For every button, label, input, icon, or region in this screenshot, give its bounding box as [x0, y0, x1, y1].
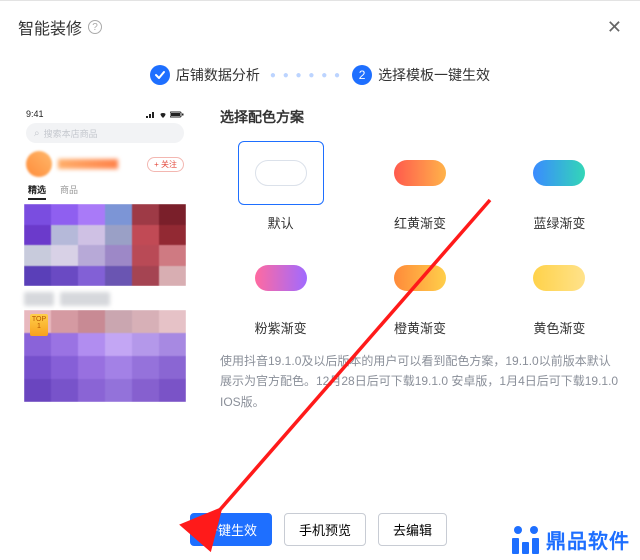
dialog-title: 智能装修 ? [18, 15, 102, 39]
phone-search-placeholder: 搜索本店商品 [44, 127, 98, 140]
step-indicator: 店铺数据分析 ● ● ● ● ● ● 2 选择模板一键生效 [0, 65, 640, 85]
color-scheme-option[interactable]: 橙黄渐变 [359, 246, 480, 337]
preview-banner-1 [24, 204, 186, 286]
edit-button[interactable]: 去编辑 [378, 513, 447, 546]
phone-status-bar: 9:41 [20, 107, 190, 119]
step-1: 店铺数据分析 [150, 65, 260, 85]
help-icon[interactable]: ? [88, 20, 102, 34]
color-scheme-label: 橙黄渐变 [394, 318, 446, 337]
scheme-section-title: 选择配色方案 [220, 107, 620, 127]
phone-tab-featured: 精选 [28, 183, 46, 200]
color-scheme-label: 红黄渐变 [394, 213, 446, 232]
template-preview: 9:41 ⌕ 搜索本店商品 + 关注 精选 商品 [20, 107, 190, 412]
phone-time: 9:41 [26, 109, 44, 119]
step-2-badge: 2 [352, 65, 372, 85]
color-swatch [516, 141, 602, 205]
color-scheme-label: 粉紫渐变 [255, 318, 307, 337]
color-scheme-option[interactable]: 默认 [220, 141, 341, 232]
color-swatch [238, 246, 324, 310]
step-2-label: 选择模板一键生效 [378, 65, 490, 85]
phone-tab-goods: 商品 [60, 183, 78, 200]
phone-search-bar: ⌕ 搜索本店商品 [26, 123, 184, 143]
color-scheme-grid: 默认 红黄渐变 蓝绿渐变粉紫渐变 橙黄渐变 黄色渐变 [220, 141, 620, 337]
preview-banner-2: TOP 1 [24, 310, 186, 402]
avatar [26, 151, 52, 177]
step-1-label: 店铺数据分析 [176, 65, 260, 85]
watermark-icon [512, 526, 540, 554]
follow-button: + 关注 [147, 157, 184, 172]
color-swatch [516, 246, 602, 310]
apply-button[interactable]: 一键生效 [190, 513, 272, 546]
preview-button[interactable]: 手机预览 [284, 513, 366, 546]
color-scheme-option[interactable]: 红黄渐变 [359, 141, 480, 232]
color-scheme-label: 蓝绿渐变 [533, 213, 585, 232]
phone-category-tabs: 精选 商品 [20, 181, 190, 204]
step-2: 2 选择模板一键生效 [352, 65, 490, 85]
color-scheme-option[interactable]: 蓝绿渐变 [499, 141, 620, 232]
step-1-check-icon [150, 65, 170, 85]
watermark: 鼎品软件 [512, 525, 630, 554]
color-scheme-label: 默认 [268, 213, 294, 232]
color-scheme-option[interactable]: 粉紫渐变 [220, 246, 341, 337]
color-scheme-option[interactable]: 黄色渐变 [499, 246, 620, 337]
preview-subhead-blur [24, 292, 186, 306]
step-connector: ● ● ● ● ● ● [270, 70, 342, 81]
phone-signal-icons [146, 111, 184, 118]
search-icon: ⌕ [34, 128, 40, 139]
phone-shop-header: + 关注 [20, 147, 190, 181]
color-swatch [377, 246, 463, 310]
color-swatch [377, 141, 463, 205]
dialog-title-text: 智能装修 [18, 15, 82, 39]
scheme-note: 使用抖音19.1.0及以后版本的用户可以看到配色方案，19.1.0以前版本默认展… [220, 351, 620, 412]
color-scheme-label: 黄色渐变 [533, 318, 585, 337]
close-icon[interactable]: ✕ [607, 17, 622, 38]
color-swatch [238, 141, 324, 205]
shop-name-blur [58, 159, 118, 169]
watermark-text: 鼎品软件 [546, 525, 630, 554]
top-badge: TOP 1 [30, 314, 48, 336]
